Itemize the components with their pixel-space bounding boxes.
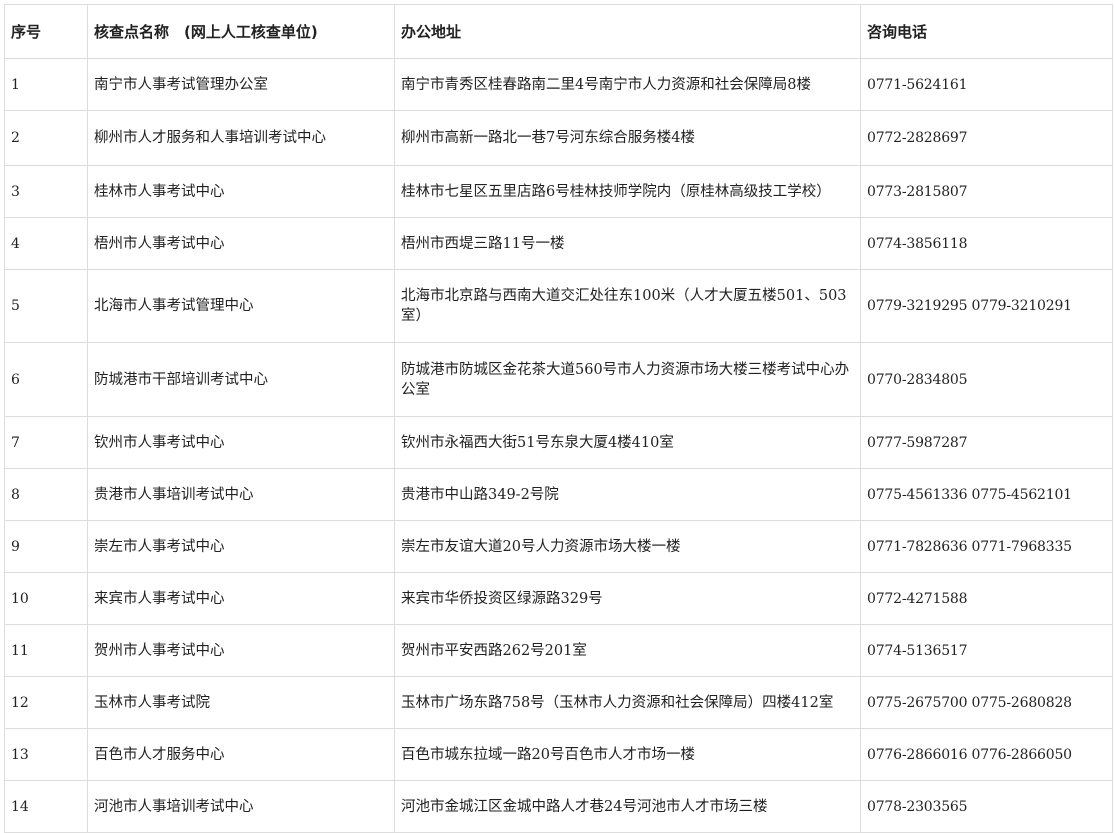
row-no: 9 (4, 520, 88, 573)
table-row: 7 钦州市人事考试中心 钦州市永福西大街51号东泉大厦4楼410室 0777-5… (4, 416, 1113, 469)
row-no: 4 (4, 217, 88, 270)
row-phone: 0774-5136517 (860, 624, 1113, 677)
table-row: 3 桂林市人事考试中心 桂林市七星区五里店路6号桂林技师学院内（原桂林高级技工学… (4, 165, 1113, 218)
row-address: 桂林市七星区五里店路6号桂林技师学院内（原桂林高级技工学校） (394, 165, 861, 218)
table-row: 11 贺州市人事考试中心 贺州市平安西路262号201室 0774-513651… (4, 624, 1113, 677)
table-row: 8 贵港市人事培训考试中心 贵港市中山路349-2号院 0775-4561336… (4, 468, 1113, 521)
row-address: 来宾市华侨投资区绿源路329号 (394, 572, 861, 625)
row-name: 贺州市人事考试中心 (87, 624, 395, 677)
row-name: 梧州市人事考试中心 (87, 217, 395, 270)
row-address: 钦州市永福西大街51号东泉大厦4楼410室 (394, 416, 861, 469)
row-address: 防城港市防城区金花茶大道560号市人力资源市场大楼三楼考试中心办公室 (394, 342, 861, 417)
row-name: 北海市人事考试管理中心 (87, 269, 395, 343)
row-no: 2 (4, 110, 88, 166)
row-phone: 0774-3856118 (860, 217, 1113, 270)
row-name: 钦州市人事考试中心 (87, 416, 395, 469)
table-row: 12 玉林市人事考试院 玉林市广场东路758号（玉林市人力资源和社会保障局）四楼… (4, 676, 1113, 729)
row-no: 1 (4, 58, 88, 111)
row-phone: 0779-3219295 0779-3210291 (860, 269, 1113, 343)
row-name: 河池市人事培训考试中心 (87, 780, 395, 833)
row-name: 桂林市人事考试中心 (87, 165, 395, 218)
table-row: 13 百色市人才服务中心 百色市城东拉域一路20号百色市人才市场一楼 0776-… (4, 728, 1113, 781)
row-no: 5 (4, 269, 88, 343)
header-row: 序号 核查点名称 (网上人工核查单位) 办公地址 咨询电话 (4, 4, 1113, 59)
row-no: 7 (4, 416, 88, 469)
header-address: 办公地址 (394, 4, 861, 59)
row-no: 12 (4, 676, 88, 729)
table-header: 序号 核查点名称 (网上人工核查单位) 办公地址 咨询电话 (4, 4, 1113, 59)
row-phone: 0777-5987287 (860, 416, 1113, 469)
row-name: 防城港市干部培训考试中心 (87, 342, 395, 417)
row-name: 玉林市人事考试院 (87, 676, 395, 729)
row-name: 崇左市人事考试中心 (87, 520, 395, 573)
row-no: 6 (4, 342, 88, 417)
row-phone: 0778-2303565 (860, 780, 1113, 833)
row-address: 河池市金城江区金城中路人才巷24号河池市人才市场三楼 (394, 780, 861, 833)
table-row: 1 南宁市人事考试管理办公室 南宁市青秀区桂春路南二里4号南宁市人力资源和社会保… (4, 58, 1113, 111)
row-no: 8 (4, 468, 88, 521)
row-address: 北海市北京路与西南大道交汇处往东100米（人才大厦五楼501、503室） (394, 269, 861, 343)
page-container: 序号 核查点名称 (网上人工核查单位) 办公地址 咨询电话 1 南宁市人事考试管… (0, 0, 1115, 833)
row-phone: 0775-4561336 0775-4562101 (860, 468, 1113, 521)
row-name: 柳州市人才服务和人事培训考试中心 (87, 110, 395, 166)
row-no: 14 (4, 780, 88, 833)
row-no: 11 (4, 624, 88, 677)
row-no: 10 (4, 572, 88, 625)
row-name: 百色市人才服务中心 (87, 728, 395, 781)
table-row: 5 北海市人事考试管理中心 北海市北京路与西南大道交汇处往东100米（人才大厦五… (4, 269, 1113, 343)
row-phone: 0773-2815807 (860, 165, 1113, 218)
header-name: 核查点名称 (网上人工核查单位) (87, 4, 395, 59)
row-phone: 0771-7828636 0771-7968335 (860, 520, 1113, 573)
exam-verification-table: 序号 核查点名称 (网上人工核查单位) 办公地址 咨询电话 1 南宁市人事考试管… (4, 4, 1113, 833)
row-address: 南宁市青秀区桂春路南二里4号南宁市人力资源和社会保障局8楼 (394, 58, 861, 111)
row-address: 百色市城东拉域一路20号百色市人才市场一楼 (394, 728, 861, 781)
row-phone: 0775-2675700 0775-2680828 (860, 676, 1113, 729)
row-address: 玉林市广场东路758号（玉林市人力资源和社会保障局）四楼412室 (394, 676, 861, 729)
table-row: 2 柳州市人才服务和人事培训考试中心 柳州市高新一路北一巷7号河东综合服务楼4楼… (4, 110, 1113, 166)
row-phone: 0776-2866016 0776-2866050 (860, 728, 1113, 781)
row-phone: 0770-2834805 (860, 342, 1113, 417)
header-phone: 咨询电话 (860, 4, 1113, 59)
row-name: 来宾市人事考试中心 (87, 572, 395, 625)
table-row: 6 防城港市干部培训考试中心 防城港市防城区金花茶大道560号市人力资源市场大楼… (4, 342, 1113, 417)
table-body: 1 南宁市人事考试管理办公室 南宁市青秀区桂春路南二里4号南宁市人力资源和社会保… (4, 58, 1113, 833)
table-row: 14 河池市人事培训考试中心 河池市金城江区金城中路人才巷24号河池市人才市场三… (4, 780, 1113, 833)
row-no: 13 (4, 728, 88, 781)
table-row: 9 崇左市人事考试中心 崇左市友谊大道20号人力资源市场大楼一楼 0771-78… (4, 520, 1113, 573)
row-phone: 0772-2828697 (860, 110, 1113, 166)
row-name: 贵港市人事培训考试中心 (87, 468, 395, 521)
row-address: 崇左市友谊大道20号人力资源市场大楼一楼 (394, 520, 861, 573)
row-phone: 0772-4271588 (860, 572, 1113, 625)
row-address: 柳州市高新一路北一巷7号河东综合服务楼4楼 (394, 110, 861, 166)
row-no: 3 (4, 165, 88, 218)
header-no: 序号 (4, 4, 88, 59)
table-row: 10 来宾市人事考试中心 来宾市华侨投资区绿源路329号 0772-427158… (4, 572, 1113, 625)
table-row: 4 梧州市人事考试中心 梧州市西堤三路11号一楼 0774-3856118 (4, 217, 1113, 270)
row-phone: 0771-5624161 (860, 58, 1113, 111)
row-address: 贺州市平安西路262号201室 (394, 624, 861, 677)
row-address: 梧州市西堤三路11号一楼 (394, 217, 861, 270)
row-address: 贵港市中山路349-2号院 (394, 468, 861, 521)
row-name: 南宁市人事考试管理办公室 (87, 58, 395, 111)
